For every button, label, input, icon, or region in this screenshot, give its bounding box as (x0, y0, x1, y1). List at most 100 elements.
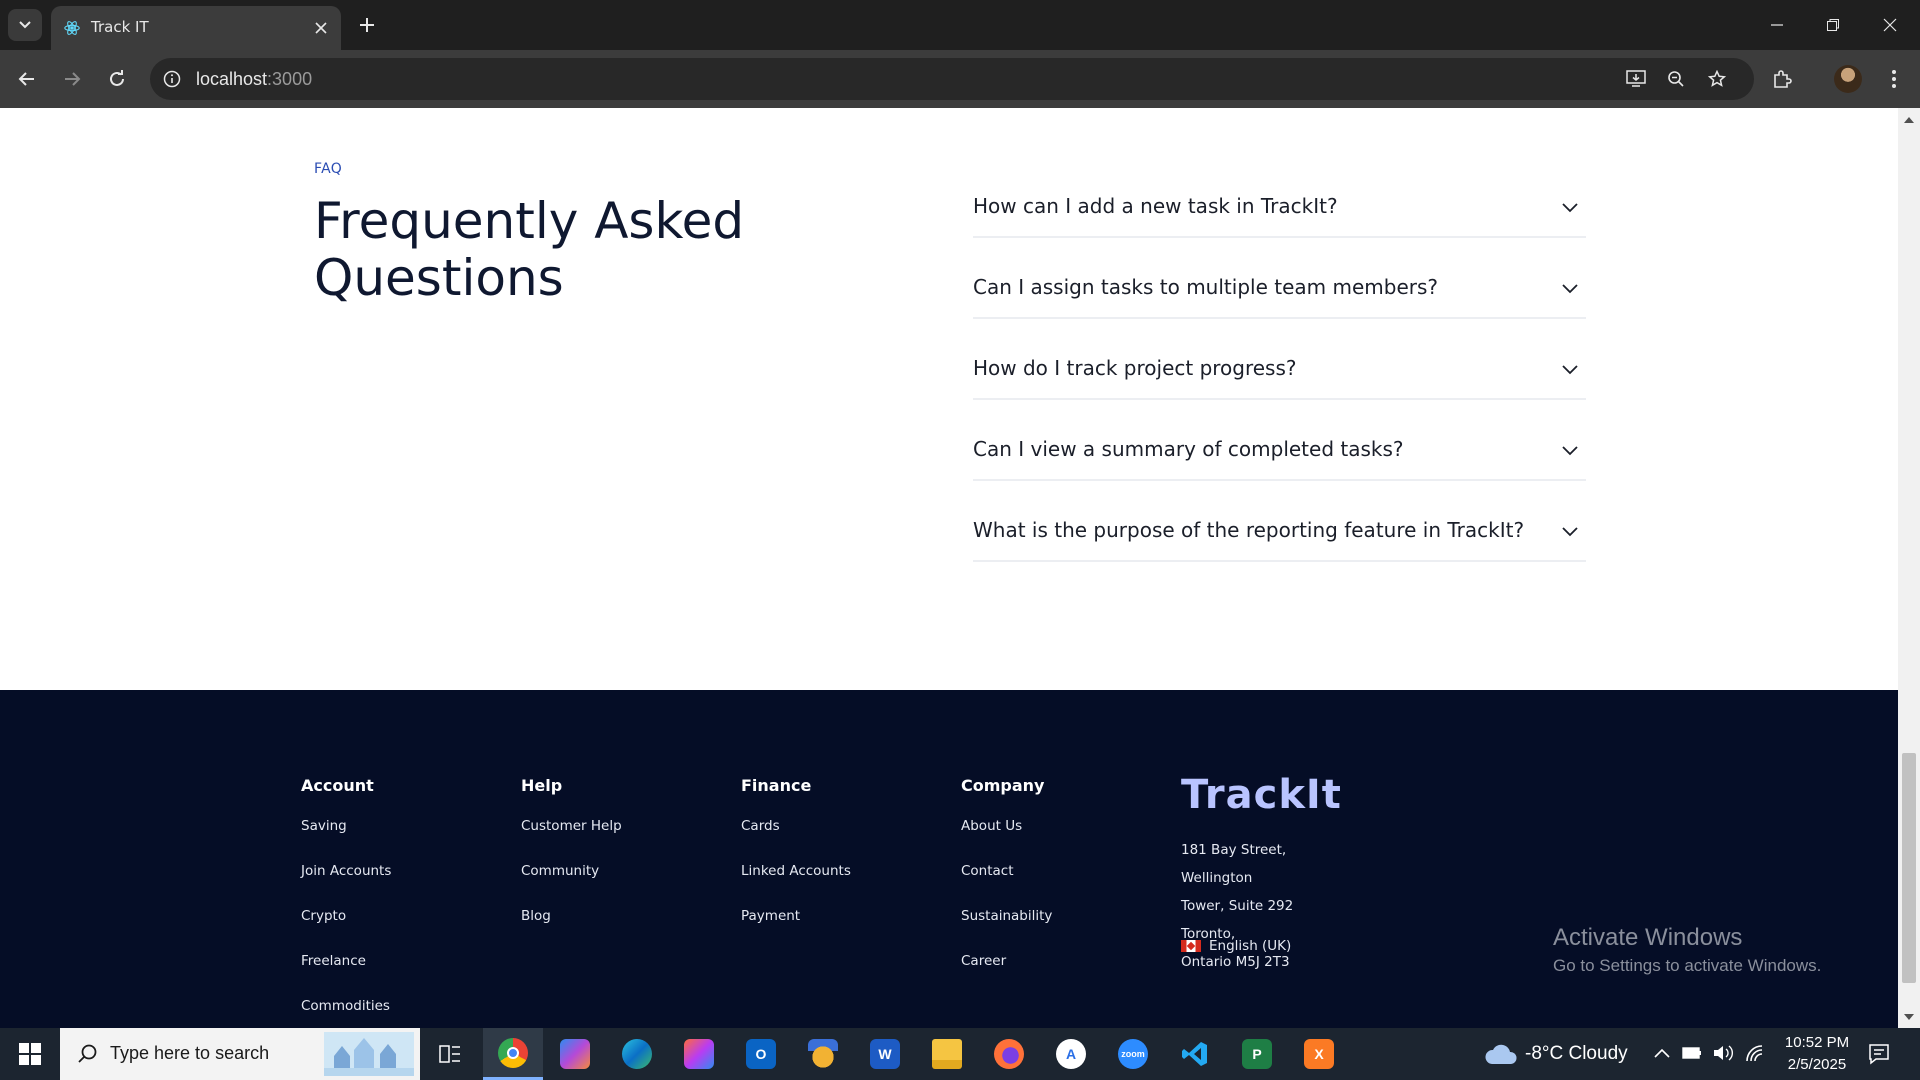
reload-icon (110, 70, 124, 86)
puzzle-icon (1774, 70, 1792, 88)
footer-brand-logo[interactable]: TrackIt (1181, 772, 1342, 818)
search-placeholder: Type here to search (110, 1043, 270, 1063)
react-logo-icon (64, 21, 80, 35)
project-icon: P (1242, 1039, 1272, 1069)
network-icon[interactable] (1744, 1043, 1766, 1063)
footer-link[interactable]: About Us (961, 818, 1052, 863)
footer-link[interactable]: Commodities (301, 998, 391, 1028)
browser-tab-strip: Track IT (0, 0, 1920, 50)
faq-item[interactable]: How can I add a new task in TrackIt? (973, 180, 1586, 238)
taskbar-project[interactable]: P (1227, 1028, 1287, 1080)
arrow-right-icon (65, 72, 81, 86)
zoom-button[interactable] (1664, 67, 1688, 91)
chevron-down-icon (1560, 441, 1580, 461)
profile-avatar[interactable] (1834, 65, 1862, 93)
install-app-button[interactable] (1624, 67, 1648, 91)
scroll-down-arrow-icon[interactable] (1904, 1012, 1914, 1022)
taskbar-firefox[interactable] (979, 1028, 1039, 1080)
edge-icon (622, 1039, 652, 1069)
faq-item[interactable]: Can I assign tasks to multiple team memb… (973, 261, 1586, 319)
footer-link[interactable]: Cards (741, 818, 851, 863)
chevron-down-icon (1560, 279, 1580, 299)
zoom-icon: zoom (1118, 1039, 1148, 1069)
footer-link[interactable]: Linked Accounts (741, 863, 851, 908)
site-info-button[interactable] (160, 67, 184, 91)
taskbar-chrome[interactable] (483, 1028, 543, 1080)
footer-link[interactable]: Blog (521, 908, 622, 953)
watermark-title: Activate Windows (1553, 924, 1743, 951)
bookmark-button[interactable] (1705, 67, 1729, 91)
more-vertical-icon (1892, 70, 1896, 88)
address-line: 181 Bay Street, Wellington (1181, 842, 1287, 886)
clock-date[interactable]: 2/5/2025 (1782, 1056, 1852, 1073)
taskbar-outlook[interactable]: O (731, 1028, 791, 1080)
forward-button[interactable] (56, 63, 88, 95)
taskbar-word[interactable]: W (855, 1028, 915, 1080)
battery-icon[interactable] (1682, 1044, 1702, 1062)
canada-flag-icon (1181, 940, 1201, 952)
scroll-up-arrow-icon[interactable] (1904, 114, 1914, 124)
minimize-button[interactable] (1757, 8, 1797, 42)
page-scrollbar[interactable] (1898, 108, 1920, 1028)
clock-time[interactable]: 10:52 PM (1782, 1034, 1852, 1051)
taskbar-medal-app[interactable] (793, 1028, 853, 1080)
faq-item[interactable]: What is the purpose of the reporting fea… (973, 504, 1586, 562)
taskbar-vscode[interactable] (1165, 1028, 1225, 1080)
scrollbar-thumb[interactable] (1902, 753, 1916, 983)
faq-question: Can I assign tasks to multiple team memb… (973, 275, 1438, 299)
medal-icon (808, 1039, 838, 1069)
app-store-icon: A (1056, 1039, 1086, 1069)
footer-link[interactable]: Contact (961, 863, 1052, 908)
taskbar-file-explorer[interactable] (917, 1028, 977, 1080)
faq-item[interactable]: Can I view a summary of completed tasks? (973, 423, 1586, 481)
footer-link[interactable]: Payment (741, 908, 851, 953)
footer-link[interactable]: Career (961, 953, 1052, 998)
notifications-icon[interactable] (1868, 1043, 1890, 1065)
browser-tab[interactable]: Track IT (51, 6, 341, 50)
weather-text[interactable]: -8°C Cloudy (1525, 1043, 1628, 1065)
taskbar-zoom[interactable]: zoom (1103, 1028, 1163, 1080)
microsoft-365-icon (684, 1039, 714, 1069)
address-bar[interactable]: localhost:3000 (150, 58, 1754, 100)
task-view-button[interactable] (420, 1028, 480, 1080)
taskbar-search-box[interactable]: Type here to search (60, 1028, 420, 1080)
footer-link[interactable]: Community (521, 863, 622, 908)
tab-close-button[interactable] (311, 18, 331, 38)
footer-link[interactable]: Join Accounts (301, 863, 391, 908)
faq-item[interactable]: How do I track project progress? (973, 342, 1586, 400)
windows-taskbar: Type here to search O W A zoom P X -8°C … (0, 1028, 1920, 1080)
close-window-button[interactable] (1870, 8, 1910, 42)
new-tab-button[interactable] (354, 12, 380, 38)
taskbar-xampp[interactable]: X (1289, 1028, 1349, 1080)
volume-icon[interactable] (1712, 1043, 1734, 1063)
arrow-left-icon (18, 72, 34, 86)
extensions-button[interactable] (1766, 63, 1798, 95)
footer-link[interactable]: Saving (301, 818, 391, 863)
footer-link[interactable]: Crypto (301, 908, 391, 953)
footer-column-help: Help Customer Help Community Blog (521, 776, 622, 953)
language-selector[interactable]: English (UK) (1181, 938, 1291, 954)
restore-icon (1827, 19, 1839, 31)
watermark-subtitle: Go to Settings to activate Windows. (1553, 956, 1822, 975)
reload-button[interactable] (101, 63, 133, 95)
start-button[interactable] (0, 1028, 60, 1080)
chevron-up-icon[interactable] (1654, 1048, 1670, 1058)
back-button[interactable] (11, 63, 43, 95)
footer-link[interactable]: Freelance (301, 953, 391, 998)
taskbar-app-store[interactable]: A (1041, 1028, 1101, 1080)
footer-heading: Help (521, 776, 563, 795)
tab-search-button[interactable] (8, 9, 42, 41)
chevron-down-icon (19, 21, 31, 29)
footer-address: 181 Bay Street, Wellington Tower, Suite … (1181, 836, 1341, 976)
footer-link[interactable]: Sustainability (961, 908, 1052, 953)
activate-windows-watermark: Activate Windows Go to Settings to activ… (1553, 924, 1821, 976)
taskbar-m365[interactable] (669, 1028, 729, 1080)
taskbar-edge[interactable] (607, 1028, 667, 1080)
footer-link[interactable]: Customer Help (521, 818, 622, 863)
taskbar-copilot[interactable] (545, 1028, 605, 1080)
browser-menu-button[interactable] (1878, 63, 1910, 95)
minimize-icon (1771, 24, 1783, 26)
browser-toolbar: localhost:3000 (0, 50, 1920, 108)
restore-button[interactable] (1813, 8, 1853, 42)
close-icon (315, 22, 327, 34)
